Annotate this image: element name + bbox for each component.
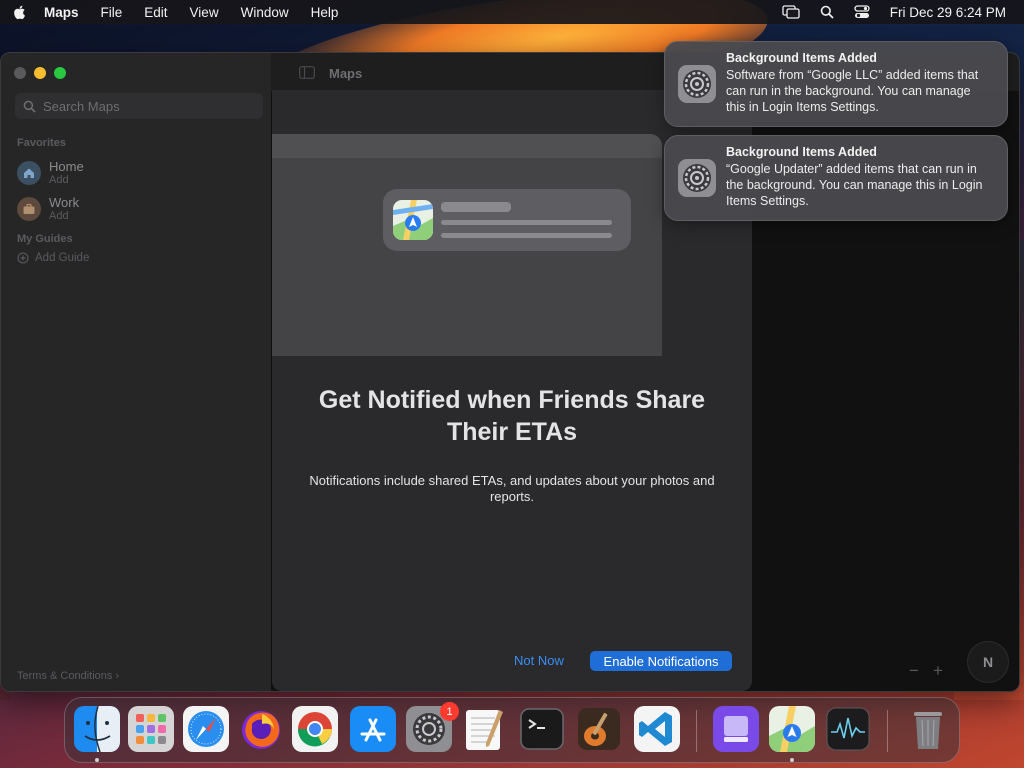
my-guides-heading: My Guides — [17, 233, 73, 245]
minimize-button[interactable] — [34, 67, 46, 79]
sidebar-toggle-icon[interactable] — [299, 66, 315, 79]
textedit-icon[interactable] — [461, 706, 507, 752]
notification-title: Background Items Added — [726, 145, 877, 159]
notification-title: Background Items Added — [726, 51, 877, 65]
system-settings-icon — [678, 159, 716, 197]
app-store-icon[interactable] — [350, 706, 396, 752]
zoom-out-button[interactable]: − — [909, 661, 919, 681]
running-indicator — [790, 758, 794, 762]
firefox-icon[interactable] — [238, 706, 284, 752]
trash-icon[interactable] — [905, 706, 951, 752]
sheet-illustration — [272, 90, 752, 356]
maps-dock-icon[interactable] — [769, 706, 815, 752]
search-placeholder: Search Maps — [43, 98, 120, 114]
not-now-button[interactable]: Not Now — [514, 653, 564, 668]
favorite-home-subtitle: Add — [49, 174, 69, 186]
favorites-heading: Favorites — [17, 137, 66, 149]
favorite-work-subtitle: Add — [49, 210, 69, 222]
sidebar: Search Maps Favorites Home Add Work Add … — [1, 53, 271, 691]
zoom-in-button[interactable]: + — [933, 661, 943, 681]
compass-label: N — [982, 654, 994, 670]
terms-link[interactable]: Terms & Conditions › — [17, 670, 119, 682]
safari-icon[interactable] — [183, 706, 229, 752]
compass[interactable]: N — [967, 641, 1009, 683]
apple-menu-icon[interactable] — [12, 4, 28, 20]
close-button[interactable] — [14, 67, 26, 79]
placeholder-line — [441, 202, 511, 212]
menu-app-name[interactable]: Maps — [44, 5, 79, 20]
window-title: Maps — [329, 66, 363, 81]
garageband-icon[interactable] — [576, 706, 622, 752]
notification-body: “Google Updater” added items that can ru… — [726, 162, 983, 208]
window-controls — [14, 67, 66, 79]
enable-notifications-button[interactable]: Enable Notifications — [590, 651, 732, 671]
placeholder-line — [441, 233, 612, 238]
add-guide-button[interactable]: Add Guide — [17, 252, 89, 264]
settings-update-badge: 1 — [440, 702, 459, 721]
add-guide-label: Add Guide — [35, 252, 90, 264]
launchpad-icon[interactable] — [128, 706, 174, 752]
placeholder-line — [441, 220, 612, 225]
vscode-icon[interactable] — [634, 706, 680, 752]
dock-separator — [696, 710, 697, 752]
spotlight-search-icon[interactable] — [820, 5, 834, 19]
finder-icon[interactable] — [74, 706, 120, 752]
terminal-icon[interactable] — [519, 706, 565, 752]
plus-circle-icon — [17, 252, 29, 264]
favorite-work[interactable]: Work Add — [17, 196, 79, 222]
sheet-description: Notifications include shared ETAs, and u… — [309, 473, 715, 504]
screen-mirroring-icon[interactable] — [782, 5, 800, 19]
notification-banner[interactable]: Background Items Added Software from “Go… — [664, 41, 1008, 127]
favorite-work-title: Work — [49, 195, 80, 210]
search-icon — [23, 100, 36, 113]
menu-edit[interactable]: Edit — [144, 5, 167, 20]
menu-view[interactable]: View — [190, 5, 219, 20]
dock — [64, 697, 960, 763]
running-indicator — [95, 758, 99, 762]
system-settings-icon — [678, 65, 716, 103]
menu-bar-clock[interactable]: Fri Dec 29 6:24 PM — [890, 5, 1006, 20]
dock-separator — [887, 710, 888, 752]
zoom-controls: − + — [909, 661, 943, 681]
chrome-icon[interactable] — [292, 706, 338, 752]
notification-body: Software from “Google LLC” added items t… — [726, 68, 979, 114]
notification-banner[interactable]: Background Items Added “Google Updater” … — [664, 135, 1008, 221]
menu-file[interactable]: File — [101, 5, 123, 20]
disk-utility-icon[interactable] — [713, 706, 759, 752]
search-field[interactable]: Search Maps — [15, 93, 263, 119]
briefcase-icon — [17, 197, 41, 221]
control-center-icon[interactable] — [854, 5, 870, 19]
favorite-home-title: Home — [49, 159, 84, 174]
menu-window[interactable]: Window — [241, 5, 289, 20]
zoom-button[interactable] — [54, 67, 66, 79]
maps-app-icon — [393, 200, 433, 240]
favorite-home[interactable]: Home Add — [17, 160, 84, 186]
illustration-notification — [383, 189, 631, 251]
activity-monitor-icon[interactable] — [825, 706, 871, 752]
menu-bar: Maps File Edit View Window Help Fri Dec … — [0, 0, 1024, 24]
house-icon — [17, 161, 41, 185]
sheet-heading: Get Notified when Friends Share Their ET… — [318, 386, 706, 446]
menu-help[interactable]: Help — [311, 5, 339, 20]
illustration-titlebar — [272, 134, 662, 158]
